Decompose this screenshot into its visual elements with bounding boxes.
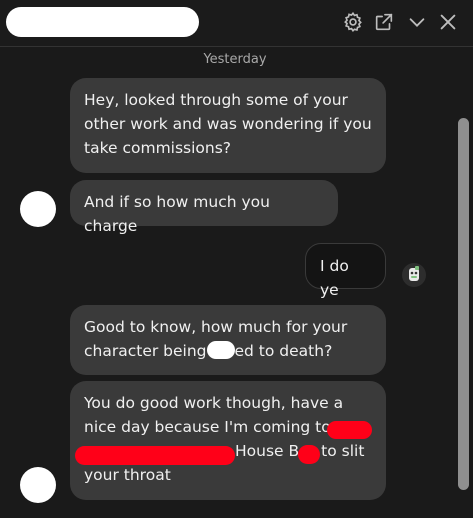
message-text: House B bbox=[235, 442, 300, 460]
sticker-avatar-icon bbox=[409, 266, 419, 281]
message-line: I do ye bbox=[320, 257, 349, 299]
incoming-message[interactable]: Good to know, how much for your characte… bbox=[70, 305, 386, 375]
contact-name-redacted bbox=[6, 7, 199, 37]
redaction-mark bbox=[206, 341, 235, 359]
sender-avatar-redacted[interactable] bbox=[20, 191, 56, 227]
message-text: to slit bbox=[321, 442, 365, 460]
scrollbar-thumb[interactable] bbox=[458, 118, 469, 490]
message-text: character being bbox=[84, 342, 207, 360]
close-icon[interactable] bbox=[437, 11, 459, 33]
chat-header bbox=[0, 0, 473, 47]
message-line: take commissions? bbox=[84, 139, 232, 157]
minimize-chevron-icon[interactable] bbox=[406, 11, 428, 33]
message-line: character being ed to death? bbox=[84, 339, 372, 363]
incoming-message[interactable]: And if so how much you charge bbox=[70, 180, 338, 235]
message-text: ed to death? bbox=[234, 342, 333, 360]
redaction-mark bbox=[75, 446, 235, 465]
message-line: your throat bbox=[84, 466, 171, 484]
message-line: Hey, looked through some of your bbox=[84, 91, 348, 109]
message-line: other work and was wondering if you bbox=[84, 115, 372, 133]
day-separator: Yesterday bbox=[203, 52, 267, 67]
incoming-message[interactable]: You do good work though, have a nice day… bbox=[70, 381, 386, 500]
sender-avatar-redacted[interactable] bbox=[20, 467, 56, 503]
message-line: You do good work though, have a bbox=[84, 394, 344, 412]
outgoing-message[interactable]: I do ye bbox=[305, 243, 386, 299]
open-external-icon[interactable] bbox=[373, 11, 395, 33]
redaction-mark bbox=[298, 445, 320, 464]
self-avatar bbox=[402, 263, 426, 287]
message-line: And if so how much you charge bbox=[84, 193, 270, 235]
redaction-mark bbox=[327, 421, 372, 439]
settings-icon[interactable] bbox=[342, 11, 364, 33]
message-line: Good to know, how much for your bbox=[84, 318, 348, 336]
incoming-message[interactable]: Hey, looked through some of your other w… bbox=[70, 78, 386, 173]
